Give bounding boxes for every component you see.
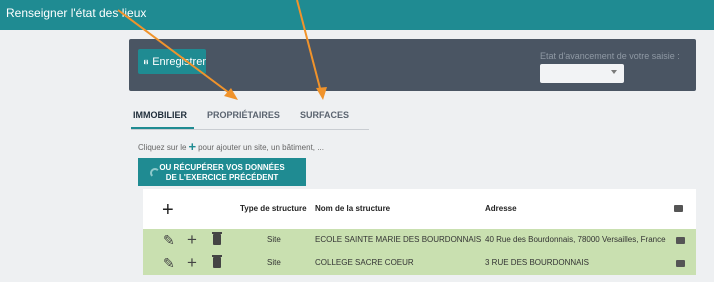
annotation-arrow-line: [117, 9, 233, 96]
annotation-arrows: [117, 0, 327, 100]
annotation-arrowhead: [316, 87, 327, 100]
annotation-arrow-line: [296, 0, 322, 93]
